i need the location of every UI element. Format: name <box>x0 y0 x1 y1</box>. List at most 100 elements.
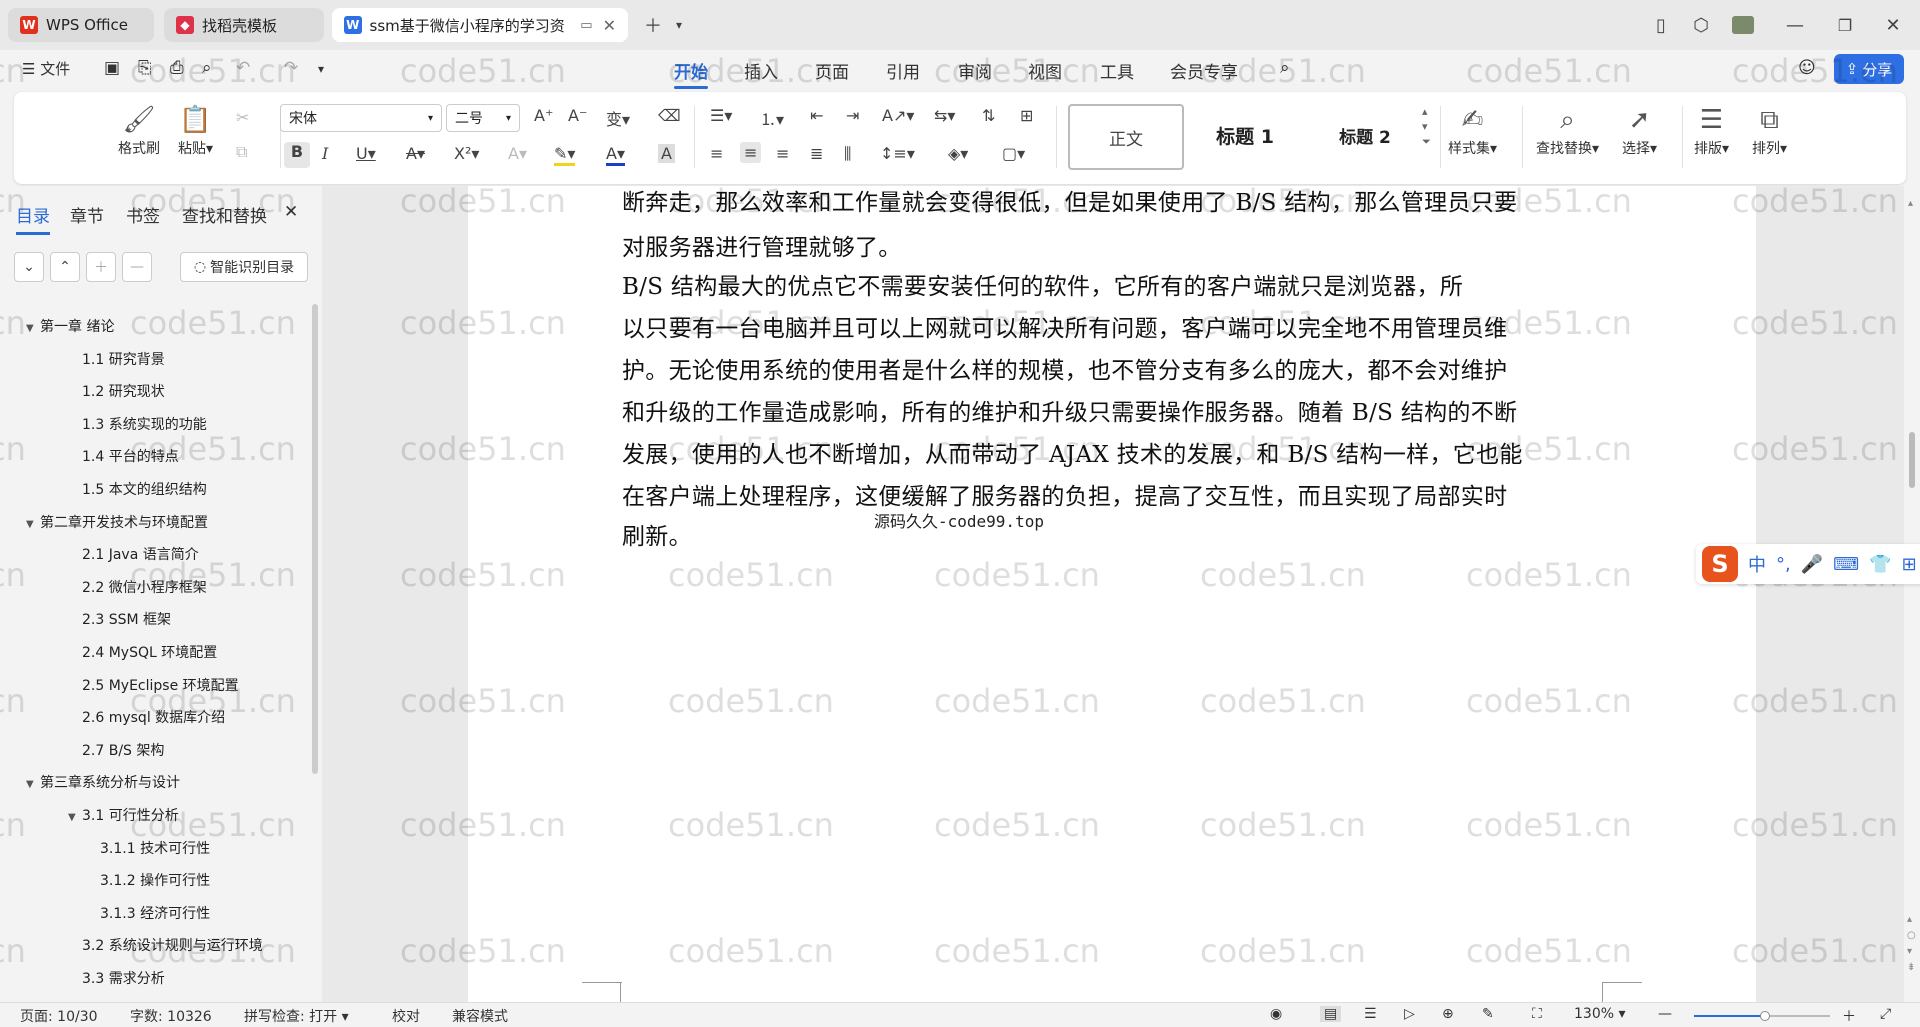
fit-icon[interactable]: ⛶ <box>1532 1006 1542 1022</box>
menu-page[interactable]: 页面 <box>815 58 849 83</box>
clear-format-icon[interactable]: ⌫ <box>658 106 681 125</box>
share-button[interactable]: ⇪ 分享 <box>1834 54 1904 84</box>
expand-arrow-icon[interactable]: ▼ <box>68 812 82 823</box>
ime-mode[interactable]: 中 <box>1748 551 1766 577</box>
scroll-thumb[interactable] <box>1909 432 1915 488</box>
spell-check[interactable]: 拼写检查: 打开 ▾ <box>244 1006 349 1026</box>
print-icon[interactable]: ⎙ <box>170 58 184 78</box>
text-effect-icon[interactable]: A▾ <box>508 144 527 163</box>
align-left-icon[interactable]: ≡ <box>710 144 723 163</box>
char-shading-icon[interactable]: A <box>658 144 675 163</box>
toc-item[interactable]: 2.2 微信小程序框架 <box>68 577 207 597</box>
document-line[interactable]: 断奔走，那么效率和工作量就会变得很低，但是如果使用了 B/S 结构，那么管理员只… <box>622 182 1602 224</box>
zoom-slider-thumb[interactable] <box>1760 1011 1770 1021</box>
restore-icon[interactable]: ❐ <box>1830 10 1860 40</box>
keyboard-icon[interactable]: ⌨ <box>1833 554 1859 575</box>
toc-item[interactable]: 1.3 系统实现的功能 <box>68 414 207 434</box>
highlight-icon[interactable]: ✎▾ <box>554 144 576 166</box>
toc-item[interactable]: ▼ 第三章系统分析与设计 <box>26 772 180 792</box>
document-line[interactable]: 刷新。 <box>622 516 1602 558</box>
toc-item[interactable]: 3.1.1 技术可行性 <box>86 838 210 858</box>
fullscreen-icon[interactable]: ⤢ <box>1880 1006 1891 1022</box>
superscript-icon[interactable]: X²▾ <box>454 144 479 163</box>
toc-item[interactable]: 2.7 B/S 架构 <box>68 740 164 760</box>
toc-item[interactable]: 1.1 研究背景 <box>68 349 165 369</box>
collapse-all-button[interactable]: ⌄ <box>14 252 44 282</box>
arrange-button[interactable]: ⧉ 排列▾ <box>1752 102 1787 158</box>
menu-references[interactable]: 引用 <box>886 58 920 83</box>
grid-icon[interactable]: ⊞ <box>1902 554 1917 575</box>
bold-icon[interactable]: B <box>284 142 310 168</box>
page-indicator[interactable]: 页面: 10/30 <box>20 1006 98 1026</box>
toc-item[interactable]: 1.2 研究现状 <box>68 381 165 401</box>
justify-icon[interactable]: ≣ <box>810 144 823 163</box>
ime-toolbar[interactable]: S 中 °, 🎤 ⌨ 👕 ⊞ <box>1696 544 1920 584</box>
vertical-scrollbar[interactable]: ▴ ▴ ○ ▾ ⇟ <box>1904 186 1920 1010</box>
tab-document[interactable]: W ssm基于微信小程序的学习资 ▭ ✕ <box>332 8 628 42</box>
add-heading-button[interactable]: ＋ <box>86 252 116 282</box>
play-icon[interactable]: ▷ <box>1404 1006 1415 1022</box>
export-icon[interactable]: ⎘ <box>138 58 152 78</box>
toc-item[interactable]: 2.1 Java 语言简介 <box>68 544 199 564</box>
pen-icon[interactable]: ✎ <box>1482 1006 1494 1022</box>
close-tab-icon[interactable]: ✕ <box>603 16 616 35</box>
cube-icon[interactable]: ⬡ <box>1686 10 1716 40</box>
nav-scrollbar[interactable] <box>312 304 318 774</box>
remove-heading-button[interactable]: — <box>122 252 152 282</box>
close-pane-icon[interactable]: ✕ <box>284 202 298 222</box>
outline-view-icon[interactable]: ☰ <box>1364 1006 1377 1022</box>
shrink-font-icon[interactable]: A⁻ <box>568 106 587 125</box>
tab-list-chevron-icon[interactable]: ▾ <box>664 10 694 40</box>
nav-tab-find-replace[interactable]: 查找和替换 <box>182 202 267 227</box>
menu-view[interactable]: 视图 <box>1028 58 1062 83</box>
tab-daoke-templates[interactable]: ◆ 找稻壳模板 <box>164 8 324 42</box>
select-button[interactable]: ➚ 选择▾ <box>1622 102 1657 158</box>
find-replace-button[interactable]: ⌕ 查找替换▾ <box>1536 102 1599 158</box>
distribute-icon[interactable]: ⫼ <box>844 144 851 164</box>
numbered-list-icon[interactable]: ⒈▾ <box>760 106 784 130</box>
file-menu[interactable]: ☰ 文件 <box>22 58 70 79</box>
copy-icon[interactable]: ⧉ <box>236 142 247 162</box>
menu-review[interactable]: 审阅 <box>958 58 992 83</box>
style-set-button[interactable]: ✍ 样式集▾ <box>1448 102 1497 158</box>
zoom-in-icon[interactable]: ＋ <box>1842 1006 1856 1026</box>
scroll-up-icon[interactable]: ▴ <box>1908 198 1913 209</box>
convert-icon[interactable]: ⇆▾ <box>934 106 955 125</box>
document-line[interactable]: 对服务器进行管理就够了。 <box>622 227 1602 269</box>
toc-item[interactable]: ▼ 第二章开发技术与环境配置 <box>26 512 208 532</box>
italic-icon[interactable]: I <box>322 144 328 163</box>
document-line[interactable]: 和升级的工作量造成影响，所有的维护和升级只需要操作服务器。随着 B/S 结构的不… <box>622 392 1602 434</box>
format-painter-button[interactable]: 🖌 格式刷 <box>118 102 160 158</box>
decrease-indent-icon[interactable]: ⇤ <box>810 106 823 125</box>
align-center-icon[interactable]: ≡ <box>740 142 762 163</box>
phonetic-icon[interactable]: 变▾ <box>606 106 630 130</box>
line-spacing-icon[interactable]: ↕≡▾ <box>880 144 915 163</box>
page-nav-icon[interactable]: ▴ ○ ▾ ⇟ <box>1907 912 1916 976</box>
print-preview-icon[interactable]: ⌕ <box>202 58 212 78</box>
tab-wps-office[interactable]: W WPS Office <box>8 8 154 42</box>
smart-toc-button[interactable]: ◌ 智能识别目录 <box>180 252 308 282</box>
menu-insert[interactable]: 插入 <box>744 58 778 83</box>
increase-indent-icon[interactable]: ⇥ <box>846 106 859 125</box>
style-heading-2[interactable]: 标题 2 <box>1310 104 1420 166</box>
underline-icon[interactable]: U▾ <box>356 144 376 163</box>
document-line[interactable]: 发展，使用的人也不断增加，从而带动了 AJAX 技术的发展，和 B/S 结构一样… <box>622 434 1602 476</box>
paste-button[interactable]: 📋 粘贴▾ <box>178 102 213 158</box>
cut-icon[interactable]: ✂ <box>236 108 249 127</box>
undo-icon[interactable]: ↶ <box>236 58 250 78</box>
nav-tab-bookmarks[interactable]: 书签 <box>126 202 160 227</box>
screen-icon[interactable]: ▭ <box>580 18 592 33</box>
style-normal[interactable]: 正文 <box>1068 104 1184 170</box>
bullet-list-icon[interactable]: ☰▾ <box>710 106 732 125</box>
layout-icon[interactable]: ▯ <box>1646 10 1676 40</box>
document-line[interactable]: 在客户端上处理程序，这便缓解了服务器的负担，提高了交互性，而且实现了局部实时 <box>622 476 1602 518</box>
toc-item[interactable]: ▼ 3.1 可行性分析 <box>68 805 179 825</box>
border-icon[interactable]: ▢▾ <box>1002 144 1025 163</box>
toc-item[interactable]: ▼ 第一章 绪论 <box>26 316 114 336</box>
expand-arrow-icon[interactable]: ▼ <box>26 323 40 334</box>
expand-arrow-icon[interactable]: ▼ <box>26 519 40 530</box>
close-window-icon[interactable]: ✕ <box>1878 10 1908 40</box>
font-name-select[interactable]: 宋体 ▾ <box>280 104 442 132</box>
toc-item[interactable]: 1.5 本文的组织结构 <box>68 479 207 499</box>
chat-icon[interactable]: ☺ <box>1798 58 1816 78</box>
